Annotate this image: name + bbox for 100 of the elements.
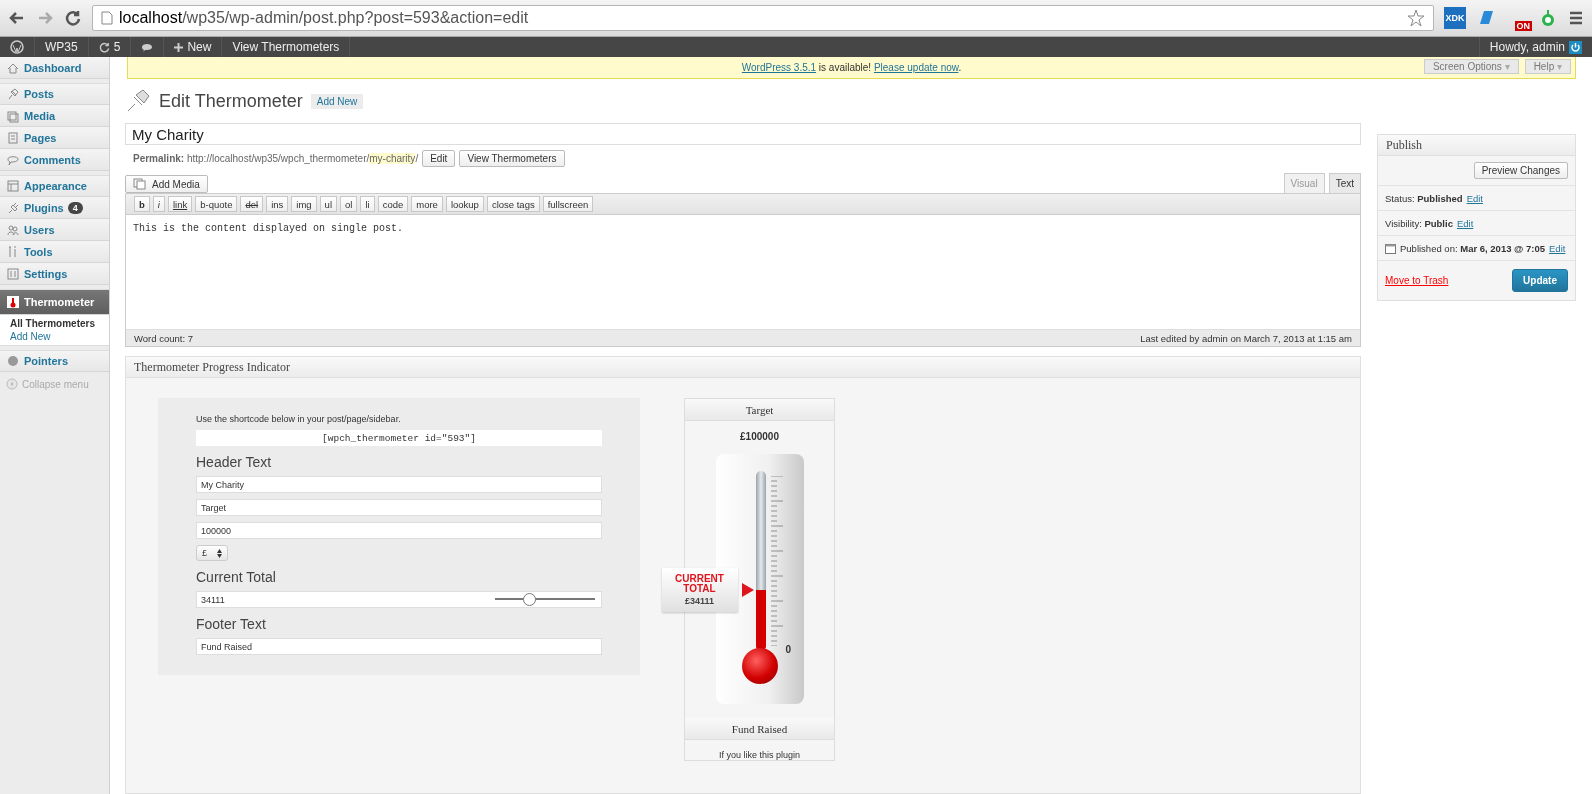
note-text: If you like this plugin [718, 750, 800, 760]
format-button[interactable]: ol [340, 196, 358, 212]
menu-item[interactable]: Comments [0, 149, 109, 171]
count-badge: 4 [67, 201, 83, 214]
url-text: localhost/wp35/wp-admin/post.php?post=593&action=edit [119, 9, 529, 27]
menu-item[interactable]: Settings [0, 263, 109, 285]
currency-select[interactable]: £ [196, 545, 228, 561]
screen-tab[interactable]: Help ▾ [1524, 59, 1571, 74]
edit-link[interactable]: Edit [1456, 217, 1474, 229]
format-button[interactable]: ins [266, 196, 289, 212]
thermometer-bulb [741, 648, 778, 684]
extension-icon[interactable]: XDK [1444, 7, 1466, 29]
format-button[interactable]: close tags [486, 196, 540, 212]
card-header: Target [685, 399, 834, 421]
thermometer-icon [6, 295, 20, 309]
format-button[interactable]: more [411, 196, 443, 212]
last-edited-text: Last edited by admin on March 7, 2013 at 1:15 am [1140, 332, 1352, 344]
permalink-text: Permalink: http://localhost/wp35/wpch_thermometer/my-charity/ [133, 152, 419, 164]
format-button[interactable]: b [134, 196, 150, 212]
format-button[interactable]: code [377, 196, 409, 212]
format-button[interactable]: link [167, 196, 193, 212]
format-button[interactable]: i [152, 196, 165, 212]
permalink-button[interactable]: View Thermometers [459, 149, 565, 167]
format-button[interactable]: b-quote [195, 196, 238, 212]
format-button[interactable]: fullscreen [542, 196, 594, 212]
menu-item[interactable]: Pages [0, 127, 109, 149]
word-count: Word count: 7 [134, 332, 193, 344]
slider-thumb[interactable] [523, 593, 536, 606]
menu-item[interactable]: Media [0, 105, 109, 127]
page-icon [101, 11, 113, 25]
menu-item[interactable]: Posts [0, 83, 109, 105]
submenu-item[interactable]: All Thermometers [10, 318, 109, 329]
visibility-text: Visibility: Public [1385, 217, 1453, 229]
media-icon [6, 108, 20, 123]
instructions-text: Use the shortcode below in your post/page/sidebar. [196, 414, 402, 424]
reload-icon[interactable] [64, 9, 82, 27]
input-field[interactable]: 34111 [196, 591, 602, 608]
metabox-title: Thermometer Progress Indicator [126, 357, 1360, 378]
published-text: Published on: Mar 6, 2013 @ 7:05 [1400, 242, 1545, 254]
editor-tab[interactable]: Text [1328, 173, 1361, 193]
menu-item[interactable]: Thermometer [0, 289, 109, 315]
power-icon [1569, 40, 1582, 54]
input-field[interactable]: Fund Raised [196, 638, 602, 655]
format-button[interactable]: li [360, 196, 375, 212]
submenu-item[interactable]: Add New [10, 331, 109, 342]
pages-icon [6, 130, 20, 145]
format-button[interactable]: ul [319, 196, 337, 212]
wordpress-logo-icon [10, 40, 24, 54]
pushpin-icon [125, 88, 151, 114]
current-amount: £34111 [684, 595, 714, 606]
sliders-icon [6, 266, 20, 281]
title-field[interactable]: My Charity [125, 123, 1361, 145]
plug-icon [6, 200, 20, 215]
updown-icon [217, 548, 222, 558]
field-label: Header Text [196, 454, 273, 470]
format-button[interactable]: del [240, 196, 264, 212]
format-button[interactable]: lookup [445, 196, 484, 212]
screen-tab[interactable]: Screen Options ▾ [1423, 59, 1519, 74]
circle-icon [6, 354, 20, 368]
address-bar[interactable]: localhost/wp35/wp-admin/post.php?post=593&action=edit [92, 5, 1434, 31]
input-field[interactable]: My Charity [196, 476, 602, 493]
shortcode-field[interactable]: [wpch_thermometer id="593"] [196, 430, 602, 446]
current-total-text: CURRENT [675, 573, 724, 584]
page-title: Edit Thermometer [159, 90, 303, 112]
input-field[interactable]: Target [196, 499, 602, 516]
edit-link[interactable]: Edit [1549, 242, 1566, 254]
update-button[interactable]: Update [1512, 269, 1568, 292]
plus-icon [174, 42, 184, 52]
format-button[interactable]: img [291, 196, 317, 212]
menu-item[interactable]: Tools [0, 241, 109, 263]
users-icon [6, 222, 20, 237]
card-footer: Fund Raised [685, 718, 834, 740]
layout-icon [6, 179, 20, 193]
publish-title: Publish [1378, 135, 1575, 156]
edit-link[interactable]: Edit [1466, 192, 1483, 204]
target-amount: £100000 [740, 431, 779, 442]
scale-label: 0 [785, 644, 792, 655]
menu-item[interactable]: Plugins 4 [0, 197, 109, 219]
field-label: Current Total [196, 569, 277, 585]
menu-item[interactable]: Pointers [0, 350, 109, 372]
star-icon[interactable] [1407, 9, 1425, 27]
menu-item[interactable]: Appearance [0, 175, 109, 197]
preview-button[interactable]: Preview Changes [1473, 162, 1568, 179]
current-total-text: TOTAL [683, 583, 716, 594]
refresh-icon [98, 41, 110, 53]
version-link[interactable]: WordPress 3.5.1 [741, 62, 817, 73]
field-label: Footer Text [196, 616, 267, 632]
menu-item[interactable]: Users [0, 219, 109, 241]
calendar-icon [1385, 242, 1396, 254]
permalink-button[interactable]: Edit [422, 149, 456, 167]
pushpin-icon [6, 87, 20, 101]
speech-bubble-icon [141, 41, 154, 53]
add-new-button[interactable]: Add New [310, 93, 364, 109]
trash-link[interactable]: Move to Trash [1385, 275, 1449, 286]
menu-item[interactable]: Dashboard [0, 57, 109, 79]
add-media-button[interactable]: Add Media [125, 175, 208, 193]
input-field[interactable]: 100000 [196, 522, 602, 539]
menu-icon[interactable] [1568, 10, 1584, 26]
media-icon [133, 178, 146, 190]
status-text: Status: Published [1385, 192, 1463, 204]
